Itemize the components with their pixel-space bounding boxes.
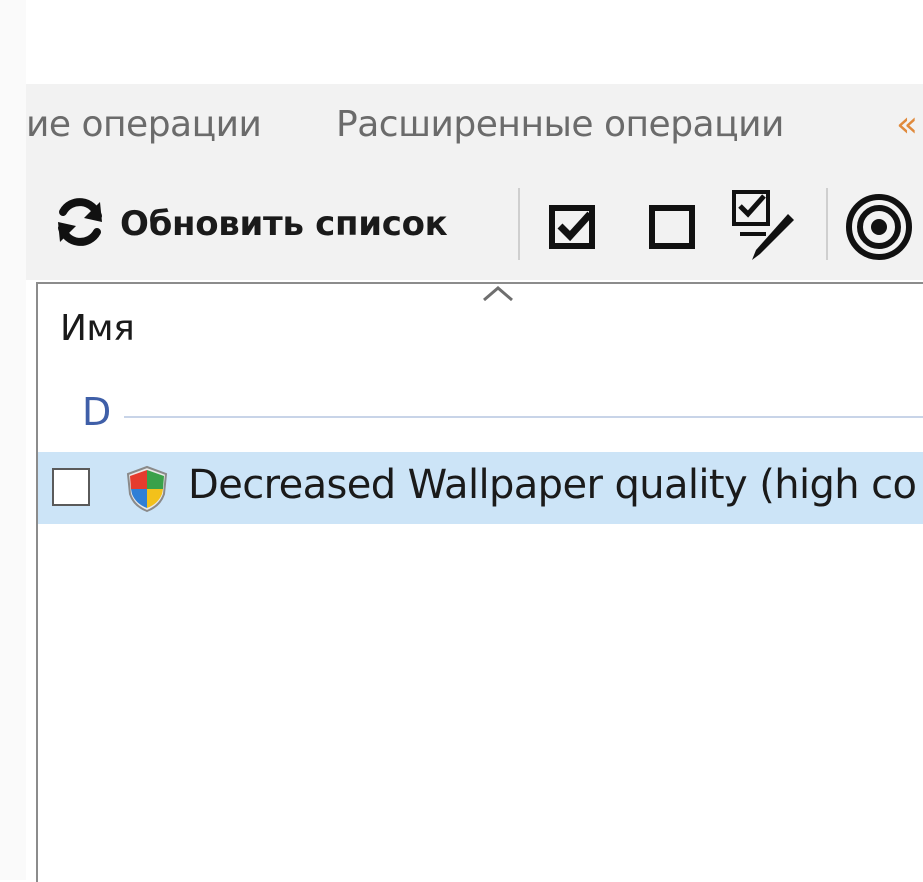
title-area xyxy=(26,0,923,84)
item-label: Decreased Wallpaper quality (high co xyxy=(188,462,917,508)
toolbar-separator xyxy=(518,188,520,260)
check-all-icon xyxy=(544,196,604,256)
left-gutter xyxy=(0,0,26,880)
tab-partial[interactable]: « xyxy=(896,104,918,145)
group-divider xyxy=(124,416,923,418)
list-item[interactable]: Decreased Wallpaper quality (high co xyxy=(38,452,923,524)
group-letter: D xyxy=(82,390,112,434)
refresh-list-button[interactable]: Обновить список xyxy=(52,192,448,256)
sort-ascending-icon xyxy=(478,284,518,304)
target-icon xyxy=(844,192,914,262)
edit-checks-icon xyxy=(726,186,806,266)
shield-icon xyxy=(122,464,172,514)
uncheck-all-icon xyxy=(642,196,702,256)
target-button[interactable] xyxy=(844,192,914,262)
column-header-name[interactable]: Имя xyxy=(60,308,135,349)
check-all-button[interactable] xyxy=(544,196,604,256)
toolbar: Обновить список xyxy=(26,170,923,280)
toolbar-separator xyxy=(826,188,828,260)
edit-checks-button[interactable] xyxy=(726,186,806,266)
group-header[interactable]: D xyxy=(82,390,923,440)
item-checkbox[interactable] xyxy=(52,468,90,506)
refresh-list-label: Обновить список xyxy=(120,204,448,244)
tab-advanced-operations[interactable]: Расширенные операции xyxy=(336,104,784,145)
tweaks-list: Имя D Decreased Wallpaper quality (high … xyxy=(36,282,923,882)
ribbon-tab-bar: ие операции Расширенные операции « xyxy=(26,84,923,170)
tab-operations[interactable]: ие операции xyxy=(26,104,262,145)
refresh-icon xyxy=(52,194,108,254)
uncheck-all-button[interactable] xyxy=(642,196,702,256)
